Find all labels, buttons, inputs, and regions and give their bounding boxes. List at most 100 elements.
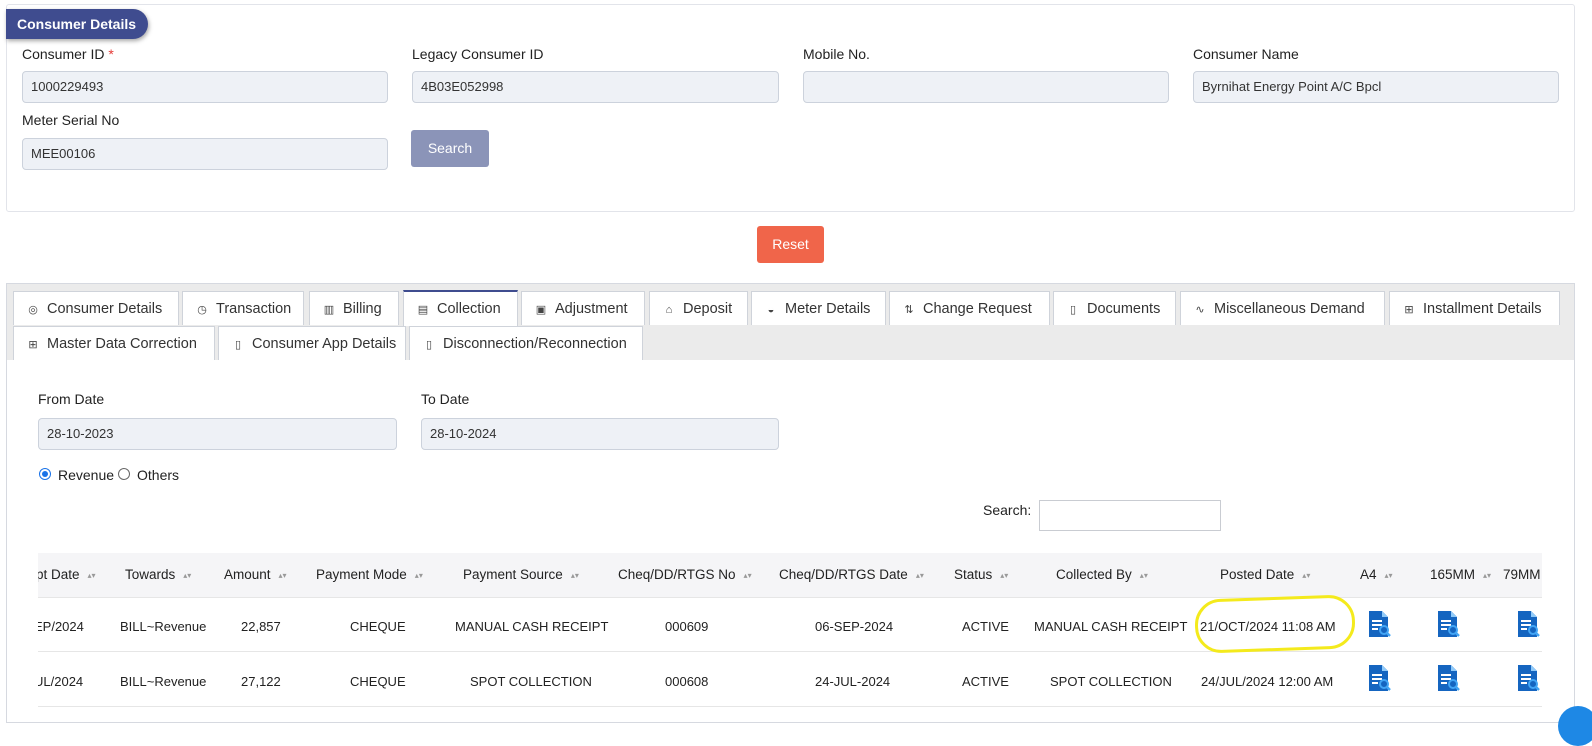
tab-label: Collection [437,301,501,317]
col-payment-source[interactable]: Payment Source ▴▾ [463,553,579,597]
tab-label: Billing [343,301,382,317]
file-icon: ▯ [1069,304,1077,316]
tab-label: Miscellaneous Demand [1214,301,1365,317]
tab-collection[interactable]: ▤ Collection [403,290,518,326]
floating-action-button[interactable] [1558,706,1592,746]
col-towards[interactable]: Towards ▴▾ [125,553,191,597]
consumer-details-badge: Consumer Details [6,9,149,39]
a4-print-icon[interactable] [1367,664,1391,692]
bar-chart-icon: ▥ [323,304,335,316]
tab-label: Deposit [683,301,733,317]
cell-towards: BILL~Revenue [120,619,207,634]
tab-label: Transaction [216,301,292,317]
sort-icon: ▴▾ [1302,571,1311,580]
tab-consumer-app-details[interactable]: ▯ Consumer App Details [218,326,406,360]
tab-label: Adjustment [555,301,628,317]
table-header: pt Date ▴▾ Towards ▴▾ Amount ▴▾ Payment Mod… [38,553,1542,597]
sort-icon: ▴▾ [1483,571,1492,580]
consumer-id-input[interactable]: 1000229493 [22,71,388,103]
cell-collected-by: MANUAL CASH RECEIPT [1034,619,1188,634]
posted-date-highlight-annotation [1194,594,1356,654]
reset-button[interactable]: Reset [757,226,824,263]
mobile-no-input[interactable] [803,71,1169,103]
cell-payment-source: MANUAL CASH RECEIPT [455,619,609,634]
sort-icon: ▴▾ [1384,571,1393,580]
consumer-name-input[interactable]: Byrnihat Energy Point A/C Bpcl [1193,71,1559,103]
cell-cheq-no: 000609 [665,619,709,634]
mobile-no-label: Mobile No. [803,46,870,62]
col-79mm[interactable]: 79MM▴▾ [1503,553,1542,597]
col-label: Status [954,567,993,582]
tab-consumer-details[interactable]: ◎ Consumer Details [13,291,179,325]
meter-serial-input[interactable]: MEE00106 [22,138,388,170]
col-label: Payment Source [463,567,563,582]
legacy-consumer-id-label: Legacy Consumer ID [412,46,544,62]
others-radio[interactable] [118,468,130,480]
plus-box-icon: ⊞ [1404,304,1414,316]
col-label: 165MM [1430,567,1476,582]
required-mark: * [108,46,114,62]
cell-payment-source: SPOT COLLECTION [470,674,592,689]
revenue-radio[interactable] [39,468,51,480]
col-cheq-no[interactable]: Cheq/DD/RTGS No ▴▾ [618,553,752,597]
cell-collected-by: SPOT COLLECTION [1050,674,1172,689]
a4-print-icon[interactable] [1367,610,1391,638]
from-date-input[interactable]: 28-10-2023 [38,418,397,450]
tab-adjustment[interactable]: ▣ Adjustment [521,291,645,325]
col-cheq-date[interactable]: Cheq/DD/RTGS Date ▴▾ [779,553,924,597]
tab-disconnection-reconnection[interactable]: ▯ Disconnection/Reconnection [409,326,643,360]
col-receipt-date[interactable]: pt Date ▴▾ [38,553,96,597]
tab-label: Installment Details [1423,301,1542,317]
tab-billing[interactable]: ▥ Billing [309,291,399,325]
search-button[interactable]: Search [411,130,489,167]
cell-payment-mode: CHEQUE [350,674,406,689]
legacy-consumer-id-input[interactable]: 4B03E052998 [412,71,779,103]
tab-change-request[interactable]: ⇅ Change Request [889,291,1050,325]
79mm-print-icon[interactable] [1516,664,1540,692]
tab-label: Meter Details [785,301,871,317]
others-radio-label: Others [137,467,180,483]
col-collected-by[interactable]: Collected By ▴▾ [1056,553,1148,597]
meter-serial-label: Meter Serial No [22,112,120,128]
col-label: Amount [224,567,271,582]
tab-deposit[interactable]: ⌂ Deposit [649,291,748,325]
165mm-print-icon[interactable] [1436,664,1460,692]
to-date-input[interactable]: 28-10-2024 [421,418,779,450]
tab-label: Change Request [923,301,1032,317]
tab-label: Consumer Details [47,301,163,317]
row-divider [38,706,1542,707]
consumer-id-label-text: Consumer ID [22,46,105,62]
table-search-label: Search: [983,502,1032,518]
col-a4[interactable]: A4 ▴▾ [1360,553,1393,597]
row-divider [38,651,1542,652]
cell-towards: BILL~Revenue [120,674,207,689]
tab-installment-details[interactable]: ⊞ Installment Details [1389,291,1560,325]
sort-icon: ▴▾ [915,571,924,580]
table-search-input[interactable] [1039,500,1221,531]
col-165mm[interactable]: 165MM ▴▾ [1430,553,1491,597]
tab-documents[interactable]: ▯ Documents [1053,291,1176,325]
sort-icon: ▴▾ [1139,571,1148,580]
clock-icon: ◷ [197,304,207,316]
sort-icon: ▴▾ [183,571,192,580]
consumer-details-card [6,4,1575,212]
cell-amount: 27,122 [241,674,281,689]
79mm-print-icon[interactable] [1516,610,1540,638]
cell-cheq-date: 24-JUL-2024 [815,674,891,689]
165mm-print-icon[interactable] [1436,610,1460,638]
tab-master-data-correction[interactable]: ⊞ Master Data Correction [13,326,215,360]
col-posted-date[interactable]: Posted Date ▴▾ [1220,553,1310,597]
sort-icon: ▴▾ [278,571,287,580]
to-date-label: To Date [421,391,470,407]
tab-transaction[interactable]: ◷ Transaction [182,291,304,325]
tab-miscellaneous-demand[interactable]: ∿ Miscellaneous Demand [1180,291,1385,325]
plus-box-icon: ⊞ [28,339,38,351]
tab-label: Disconnection/Reconnection [443,336,627,352]
col-payment-mode[interactable]: Payment Mode ▴▾ [316,553,423,597]
col-label: Cheq/DD/RTGS No [618,567,736,582]
tab-meter-details[interactable]: ◒ Meter Details [751,291,886,325]
gauge-icon: ◒ [767,304,775,316]
cell-receipt-date: EP/2024 [38,619,84,634]
col-status[interactable]: Status ▴▾ [954,553,1008,597]
col-amount[interactable]: Amount ▴▾ [224,553,287,597]
